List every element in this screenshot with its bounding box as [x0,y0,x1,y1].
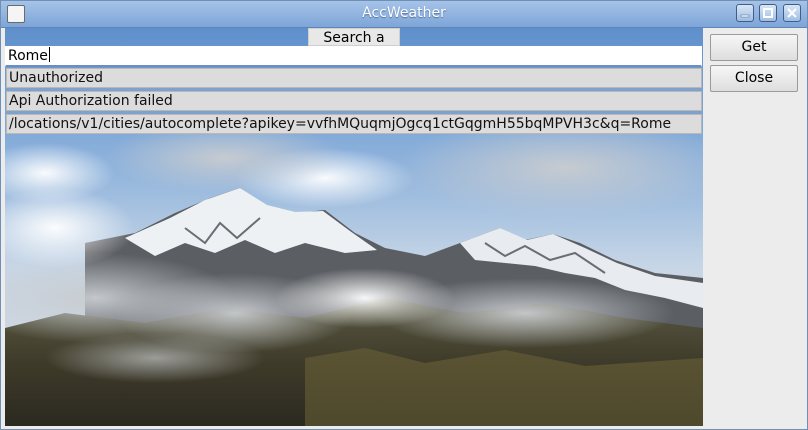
close-icon [787,8,797,18]
close-window-button[interactable] [783,4,801,22]
minimize-button[interactable] [736,4,754,22]
app-window: AccWeather Search a Rome Unauthorized Ap… [0,0,808,430]
close-button[interactable]: Close [710,65,798,92]
text-cursor [48,47,50,62]
get-weather-button[interactable]: Get Weather [710,34,798,80]
request-url-field: /locations/v1/cities/autocomplete?apikey… [6,114,702,134]
error-message-field: Api Authorization failed [6,91,702,111]
city-search-value: Rome [8,48,48,64]
status-field: Unauthorized [6,68,702,88]
window-title: AccWeather [362,5,446,21]
maximize-icon [763,8,773,18]
search-city-label: Search a city! [308,28,400,64]
maximize-button[interactable] [759,4,777,22]
minimize-icon [740,14,750,18]
title-bar[interactable]: AccWeather [1,1,807,28]
city-search-input[interactable]: Rome [5,46,702,67]
